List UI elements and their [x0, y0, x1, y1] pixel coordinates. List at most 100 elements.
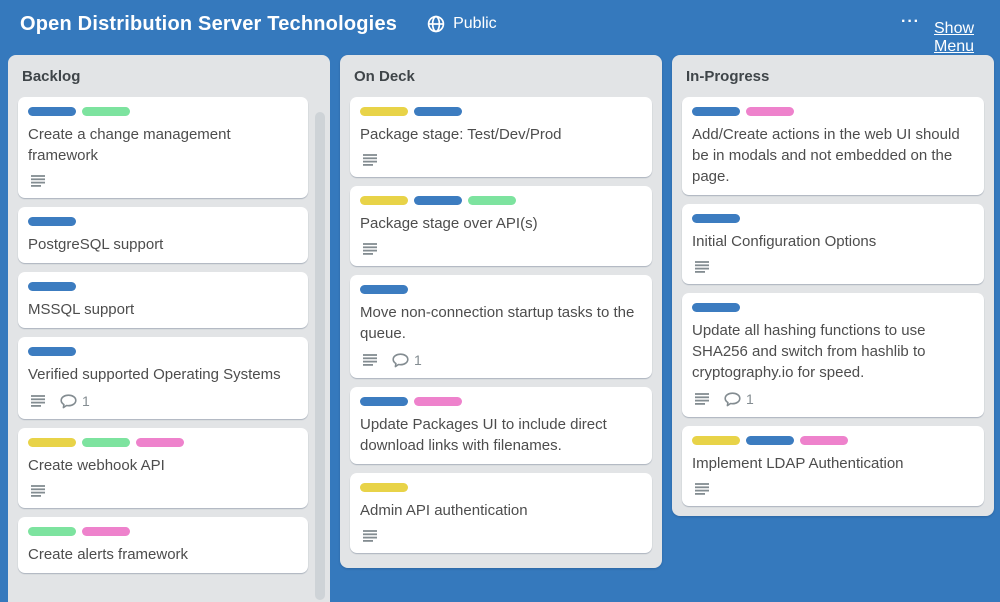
card-title: MSSQL support: [28, 299, 298, 320]
card-badges: [362, 242, 642, 256]
card-label-pink: [82, 527, 130, 536]
card-title: Implement LDAP Authentication: [692, 453, 974, 474]
card-container-backlog: Create a change management framework Pos…: [8, 95, 330, 592]
card[interactable]: Create webhook API: [18, 428, 308, 508]
description-icon: [694, 482, 710, 496]
card-label-pink: [800, 436, 848, 445]
card[interactable]: Package stage: Test/Dev/Prod: [350, 97, 652, 177]
comment-badge: 1: [392, 352, 422, 368]
card-label-blue: [28, 347, 76, 356]
card-label-pink: [746, 107, 794, 116]
list-title-backlog[interactable]: Backlog: [22, 68, 80, 85]
comment-count: 1: [82, 393, 90, 409]
description-icon: [694, 260, 710, 274]
card-title: Verified supported Operating Systems: [28, 364, 298, 385]
card-label-pink: [136, 438, 184, 447]
card-badges: [694, 482, 974, 496]
card-title: Package stage: Test/Dev/Prod: [360, 124, 642, 145]
card[interactable]: MSSQL support: [18, 272, 308, 328]
card-labels: [360, 397, 642, 406]
card-title: Admin API authentication: [360, 500, 642, 521]
card-title: Initial Configuration Options: [692, 231, 974, 252]
card-label-green: [82, 107, 130, 116]
card-label-blue: [360, 397, 408, 406]
card-container-on-deck: Package stage: Test/Dev/Prod Package sta…: [340, 95, 662, 572]
card[interactable]: Move non-connection startup tasks to the…: [350, 275, 652, 378]
description-icon: [30, 484, 46, 498]
board-title[interactable]: Open Distribution Server Technologies: [20, 13, 397, 36]
card-label-blue: [28, 107, 76, 116]
card-label-blue: [414, 196, 462, 205]
card-title: Package stage over API(s): [360, 213, 642, 234]
card[interactable]: Verified supported Operating Systems 1: [18, 337, 308, 419]
card-labels: [28, 347, 298, 356]
card-label-blue: [360, 285, 408, 294]
card-labels: [28, 107, 298, 116]
card[interactable]: Create a change management framework: [18, 97, 308, 198]
card-label-blue: [692, 303, 740, 312]
card-label-green: [28, 527, 76, 536]
comment-count: 1: [414, 352, 422, 368]
card-labels: [692, 107, 974, 116]
card-labels: [360, 483, 642, 492]
card-badges: 1: [362, 352, 642, 368]
card-labels: [692, 436, 974, 445]
comment-count: 1: [746, 391, 754, 407]
list-header: Backlog: [8, 55, 330, 95]
show-menu-button[interactable]: ··· Show Menu: [901, 15, 982, 33]
list-in-progress: In-Progress Add/Create actions in the we…: [672, 55, 994, 516]
card[interactable]: Add/Create actions in the web UI should …: [682, 97, 984, 195]
card[interactable]: Package stage over API(s): [350, 186, 652, 266]
list-title-on-deck[interactable]: On Deck: [354, 68, 415, 85]
ellipsis-icon: ···: [901, 13, 920, 31]
card[interactable]: Update Packages UI to include direct dow…: [350, 387, 652, 464]
card-badges: [694, 260, 974, 274]
list-scrollbar[interactable]: [315, 112, 325, 600]
description-icon: [362, 529, 378, 543]
card-labels: [28, 527, 298, 536]
card-labels: [28, 282, 298, 291]
card-label-yellow: [692, 436, 740, 445]
card-label-blue: [28, 217, 76, 226]
description-icon: [362, 153, 378, 167]
card-title: Create a change management framework: [28, 124, 298, 166]
card-label-yellow: [28, 438, 76, 447]
card-label-yellow: [360, 196, 408, 205]
comment-icon: [724, 392, 741, 407]
list-backlog: Backlog Create a change management frame…: [8, 55, 330, 602]
card[interactable]: Admin API authentication: [350, 473, 652, 553]
card-title: Move non-connection startup tasks to the…: [360, 302, 642, 344]
description-icon: [694, 392, 710, 406]
card-labels: [360, 107, 642, 116]
card-label-pink: [414, 397, 462, 406]
board-visibility-button[interactable]: Public: [427, 15, 497, 33]
card-badges: 1: [30, 393, 298, 409]
card-label-green: [82, 438, 130, 447]
list-on-deck: On Deck Package stage: Test/Dev/Prod Pac…: [340, 55, 662, 568]
description-icon: [30, 174, 46, 188]
board-visibility-label: Public: [453, 15, 497, 33]
card-title: Create webhook API: [28, 455, 298, 476]
card-title: PostgreSQL support: [28, 234, 298, 255]
description-icon: [362, 353, 378, 367]
card-badges: [362, 153, 642, 167]
comment-badge: 1: [60, 393, 90, 409]
card-labels: [28, 438, 298, 447]
card-badges: 1: [694, 391, 974, 407]
card[interactable]: PostgreSQL support: [18, 207, 308, 263]
card-title: Update all hashing functions to use SHA2…: [692, 320, 974, 383]
card[interactable]: Initial Configuration Options: [682, 204, 984, 284]
list-title-in-progress[interactable]: In-Progress: [686, 68, 769, 85]
card-labels: [692, 303, 974, 312]
card[interactable]: Implement LDAP Authentication: [682, 426, 984, 506]
card-title: Update Packages UI to include direct dow…: [360, 414, 642, 456]
card[interactable]: Update all hashing functions to use SHA2…: [682, 293, 984, 417]
card-labels: [692, 214, 974, 223]
card[interactable]: Create alerts framework: [18, 517, 308, 573]
card-container-in-progress: Add/Create actions in the web UI should …: [672, 95, 994, 525]
card-label-yellow: [360, 107, 408, 116]
card-label-green: [468, 196, 516, 205]
card-label-blue: [692, 214, 740, 223]
description-icon: [362, 242, 378, 256]
card-title: Add/Create actions in the web UI should …: [692, 124, 974, 187]
